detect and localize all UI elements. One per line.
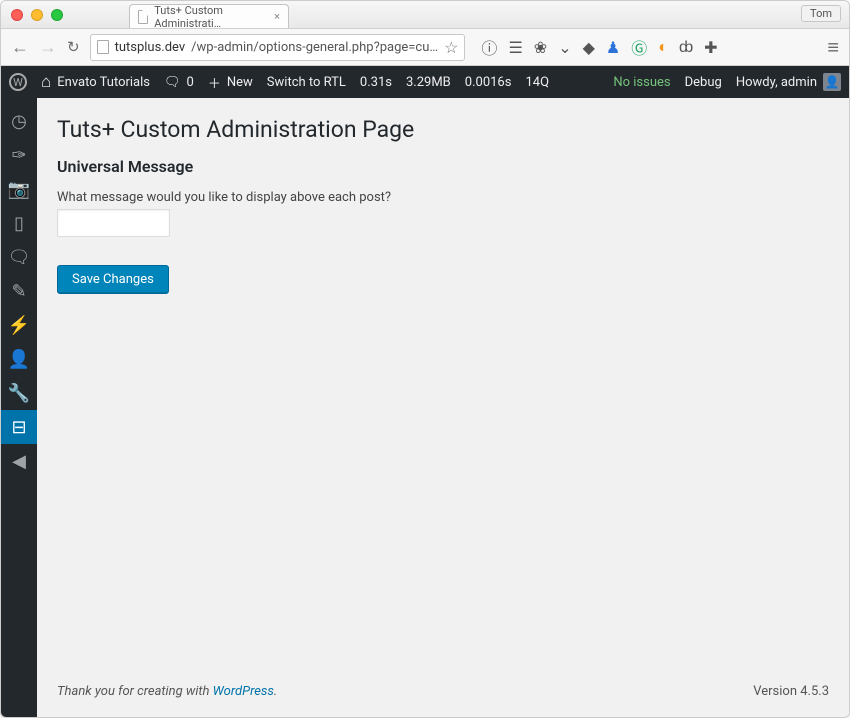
back-button[interactable]: ← — [11, 37, 29, 58]
media-menu-icon[interactable]: 📷 — [1, 172, 37, 206]
tools-menu-icon[interactable]: 🔧 — [1, 376, 37, 410]
howdy-label: Howdy, admin — [736, 75, 817, 90]
site-name: Envato Tutorials — [57, 75, 150, 90]
wp-admin-bar: W Envato Tutorials 🗨 0 ＋ New Switch to R… — [1, 66, 849, 98]
comment-count: 0 — [187, 75, 194, 90]
extension-icon[interactable]: ♟ — [606, 38, 620, 57]
queries: 14Q — [525, 75, 549, 90]
plus-icon: ＋ — [208, 73, 221, 92]
evernote-icon[interactable]: ❀ — [534, 38, 547, 57]
page-content: Tuts+ Custom Administration Page Univers… — [37, 98, 849, 717]
collapse-menu-icon[interactable]: ◀ — [1, 444, 37, 478]
dbtime: 0.0016s — [465, 75, 512, 90]
extension-icon[interactable]: ☰ — [508, 38, 522, 57]
dashboard-menu-icon[interactable]: ◷ — [1, 104, 37, 138]
home-icon — [41, 72, 51, 92]
site-link[interactable]: Envato Tutorials — [41, 72, 150, 92]
extension-icon[interactable]: ✚ — [704, 38, 717, 57]
new-label: New — [227, 75, 253, 90]
extension-icon[interactable]: ◐ — [658, 37, 668, 57]
bookmark-icon[interactable]: ☆ — [444, 38, 458, 57]
settings-menu-icon[interactable]: ⊟ — [1, 410, 37, 444]
account-menu[interactable]: Howdy, admin 👤 — [736, 73, 841, 91]
appearance-menu-icon[interactable]: ✎ — [1, 274, 37, 308]
url-bar[interactable]: tutsplus.dev /wp-admin/options-general.p… — [90, 34, 466, 61]
wordpress-link[interactable]: WordPress — [213, 684, 274, 699]
field-description: What message would you like to display a… — [57, 190, 829, 205]
page-icon — [97, 40, 109, 54]
menu-icon[interactable]: ≡ — [827, 35, 839, 60]
section-heading: Universal Message — [57, 157, 829, 176]
forward-button[interactable]: → — [39, 37, 57, 58]
extension-icon[interactable]: ȸ — [679, 37, 693, 57]
close-window-button[interactable] — [11, 9, 23, 21]
page-title: Tuts+ Custom Administration Page — [57, 116, 829, 143]
browser-window: Tuts+ Custom Administrati… × Tom ← → ↻ t… — [0, 0, 850, 718]
minimize-window-button[interactable] — [31, 9, 43, 21]
maximize-window-button[interactable] — [51, 9, 63, 21]
users-menu-icon[interactable]: 👤 — [1, 342, 37, 376]
admin-sidebar: ◷ ✑ 📷 ▯ 🗨 ✎ ⚡ 👤 🔧 ⊟ ◀ — [1, 98, 37, 717]
footer-thanks-suffix: . — [274, 684, 277, 699]
footer-thanks: Thank you for creating with WordPress. — [57, 684, 277, 699]
browser-tab[interactable]: Tuts+ Custom Administrati… × — [129, 4, 289, 28]
new-content-link[interactable]: ＋ New — [208, 73, 253, 92]
pocket-icon[interactable]: ⌄ — [558, 38, 571, 57]
comments-menu-icon[interactable]: 🗨 — [1, 240, 37, 274]
reload-button[interactable]: ↻ — [67, 38, 80, 56]
profile-button[interactable]: Tom — [801, 5, 841, 22]
wordpress-logo-icon[interactable]: W — [9, 73, 27, 91]
rtl-toggle[interactable]: Switch to RTL — [267, 75, 346, 90]
pages-menu-icon[interactable]: ▯ — [1, 206, 37, 240]
tabstrip: Tuts+ Custom Administrati… × — [129, 1, 289, 28]
posts-menu-icon[interactable]: ✑ — [1, 138, 37, 172]
browser-toolbar: ← → ↻ tutsplus.dev /wp-admin/options-gen… — [1, 29, 849, 66]
debug-link[interactable]: Debug — [685, 75, 722, 90]
tab-title: Tuts+ Custom Administrati… — [154, 4, 268, 30]
comment-icon: 🗨 — [164, 75, 181, 90]
titlebar: Tuts+ Custom Administrati… × Tom — [1, 1, 849, 29]
wp-body: ◷ ✑ 📷 ▯ 🗨 ✎ ⚡ 👤 🔧 ⊟ ◀ Tuts+ Custom Admin… — [1, 98, 849, 717]
url-host: tutsplus.dev — [115, 40, 186, 55]
page-icon — [138, 10, 148, 24]
message-input[interactable] — [57, 209, 170, 237]
extension-icon[interactable]: ⓘ — [481, 35, 497, 59]
version-label: Version 4.5.3 — [753, 684, 829, 699]
noissues-label[interactable]: No issues — [613, 75, 670, 90]
plugins-menu-icon[interactable]: ⚡ — [1, 308, 37, 342]
close-tab-icon[interactable]: × — [274, 10, 280, 23]
comments-link[interactable]: 🗨 0 — [164, 75, 194, 90]
save-button[interactable]: Save Changes — [57, 265, 169, 294]
grammarly-icon[interactable]: Ⓖ — [631, 35, 647, 59]
memory: 3.29MB — [406, 75, 451, 90]
extension-icon[interactable]: ◆ — [583, 38, 595, 57]
window-controls — [11, 9, 63, 21]
url-path: /wp-admin/options-general.php?page=cu… — [191, 40, 438, 55]
timing: 0.31s — [360, 75, 392, 90]
admin-footer: Thank you for creating with WordPress. V… — [57, 684, 829, 699]
avatar-icon: 👤 — [823, 73, 841, 91]
extensions: ⓘ ☰ ❀ ⌄ ◆ ♟ Ⓖ ◐ ȸ ✚ — [481, 35, 717, 59]
footer-thanks-prefix: Thank you for creating with — [57, 684, 213, 699]
